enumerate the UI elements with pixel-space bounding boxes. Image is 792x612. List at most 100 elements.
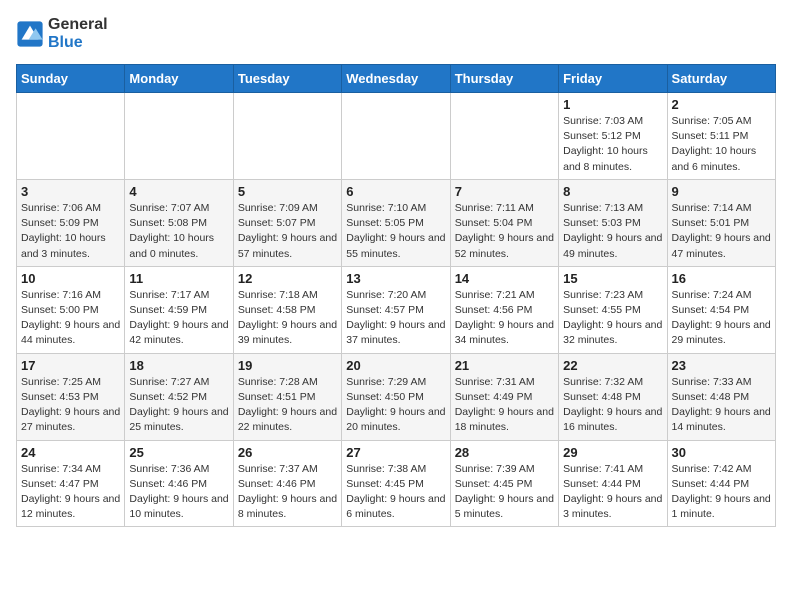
calendar-cell: 19 Sunrise: 7:28 AM Sunset: 4:51 PM Dayli… (233, 353, 341, 440)
day-info: Sunrise: 7:38 AM Sunset: 4:45 PM Dayligh… (346, 462, 445, 523)
day-number: 25 (129, 445, 228, 460)
day-number: 1 (563, 97, 662, 112)
day-info: Sunrise: 7:11 AM Sunset: 5:04 PM Dayligh… (455, 201, 554, 262)
day-info: Sunrise: 7:10 AM Sunset: 5:05 PM Dayligh… (346, 201, 445, 262)
page-header: General Blue (16, 16, 776, 52)
day-info: Sunrise: 7:13 AM Sunset: 5:03 PM Dayligh… (563, 201, 662, 262)
calendar-cell: 10 Sunrise: 7:16 AM Sunset: 5:00 PM Dayli… (17, 266, 125, 353)
day-number: 3 (21, 184, 120, 199)
calendar-week-row: 17 Sunrise: 7:25 AM Sunset: 4:53 PM Dayli… (17, 353, 776, 440)
day-info: Sunrise: 7:28 AM Sunset: 4:51 PM Dayligh… (238, 375, 337, 436)
day-info: Sunrise: 7:36 AM Sunset: 4:46 PM Dayligh… (129, 462, 228, 523)
calendar-cell: 20Sunrise: 7:29 AM Sunset: 4:50 PM Dayli… (342, 353, 450, 440)
day-info: Sunrise: 7:07 AM Sunset: 5:08 PM Dayligh… (129, 201, 228, 262)
calendar-cell: 14Sunrise: 7:21 AM Sunset: 4:56 PM Dayli… (450, 266, 558, 353)
calendar-cell: 8Sunrise: 7:13 AM Sunset: 5:03 PM Daylig… (559, 179, 667, 266)
calendar: SundayMondayTuesdayWednesdayThursdayFrid… (16, 64, 776, 527)
day-info: Sunrise: 7:32 AM Sunset: 4:48 PM Dayligh… (563, 375, 662, 436)
day-number: 30 (672, 445, 771, 460)
weekday-header: Tuesday (233, 65, 341, 93)
day-info: Sunrise: 7:41 AM Sunset: 4:44 PM Dayligh… (563, 462, 662, 523)
day-number: 27 (346, 445, 445, 460)
calendar-cell: 18Sunrise: 7:27 AM Sunset: 4:52 PM Dayli… (125, 353, 233, 440)
calendar-cell (125, 93, 233, 180)
day-info: Sunrise: 7:05 AM Sunset: 5:11 PM Dayligh… (672, 114, 771, 175)
day-info: Sunrise: 7:31 AM Sunset: 4:49 PM Dayligh… (455, 375, 554, 436)
day-number: 16 (672, 271, 771, 286)
day-info: Sunrise: 7:37 AM Sunset: 4:46 PM Dayligh… (238, 462, 337, 523)
weekday-header-row: SundayMondayTuesdayWednesdayThursdayFrid… (17, 65, 776, 93)
calendar-cell (450, 93, 558, 180)
day-number: 7 (455, 184, 554, 199)
calendar-week-row: 1 Sunrise: 7:03 AM Sunset: 5:12 PM Daylig… (17, 93, 776, 180)
day-info: Sunrise: 7:24 AM Sunset: 4:54 PM Dayligh… (672, 288, 771, 349)
day-info: Sunrise: 7:33 AM Sunset: 4:48 PM Dayligh… (672, 375, 771, 436)
calendar-cell: 24 Sunrise: 7:34 AM Sunset: 4:47 PM Dayli… (17, 440, 125, 527)
calendar-cell: 29 Sunrise: 7:41 AM Sunset: 4:44 PM Dayli… (559, 440, 667, 527)
logo-text: General Blue (48, 16, 108, 52)
calendar-cell: 30Sunrise: 7:42 AM Sunset: 4:44 PM Dayli… (667, 440, 775, 527)
calendar-week-row: 24 Sunrise: 7:34 AM Sunset: 4:47 PM Dayli… (17, 440, 776, 527)
weekday-header: Monday (125, 65, 233, 93)
day-number: 29 (563, 445, 662, 460)
calendar-cell: 22 Sunrise: 7:32 AM Sunset: 4:48 PM Dayli… (559, 353, 667, 440)
day-number: 23 (672, 358, 771, 373)
day-number: 18 (129, 358, 228, 373)
calendar-cell: 15 Sunrise: 7:23 AM Sunset: 4:55 PM Dayli… (559, 266, 667, 353)
calendar-cell: 26 Sunrise: 7:37 AM Sunset: 4:46 PM Dayli… (233, 440, 341, 527)
weekday-header: Saturday (667, 65, 775, 93)
day-number: 19 (238, 358, 337, 373)
calendar-cell: 16 Sunrise: 7:24 AM Sunset: 4:54 PM Dayli… (667, 266, 775, 353)
day-info: Sunrise: 7:16 AM Sunset: 5:00 PM Dayligh… (21, 288, 120, 349)
day-info: Sunrise: 7:14 AM Sunset: 5:01 PM Dayligh… (672, 201, 771, 262)
weekday-header: Sunday (17, 65, 125, 93)
calendar-cell: 21 Sunrise: 7:31 AM Sunset: 4:49 PM Dayli… (450, 353, 558, 440)
calendar-cell: 9 Sunrise: 7:14 AM Sunset: 5:01 PM Daylig… (667, 179, 775, 266)
day-number: 5 (238, 184, 337, 199)
day-number: 17 (21, 358, 120, 373)
day-info: Sunrise: 7:23 AM Sunset: 4:55 PM Dayligh… (563, 288, 662, 349)
day-info: Sunrise: 7:18 AM Sunset: 4:58 PM Dayligh… (238, 288, 337, 349)
calendar-cell: 23 Sunrise: 7:33 AM Sunset: 4:48 PM Dayli… (667, 353, 775, 440)
day-info: Sunrise: 7:25 AM Sunset: 4:53 PM Dayligh… (21, 375, 120, 436)
day-number: 26 (238, 445, 337, 460)
day-info: Sunrise: 7:34 AM Sunset: 4:47 PM Dayligh… (21, 462, 120, 523)
calendar-cell (342, 93, 450, 180)
logo-icon (16, 20, 44, 48)
day-info: Sunrise: 7:06 AM Sunset: 5:09 PM Dayligh… (21, 201, 120, 262)
day-number: 28 (455, 445, 554, 460)
weekday-header: Thursday (450, 65, 558, 93)
calendar-cell (17, 93, 125, 180)
weekday-header: Friday (559, 65, 667, 93)
day-info: Sunrise: 7:09 AM Sunset: 5:07 PM Dayligh… (238, 201, 337, 262)
calendar-cell: 2Sunrise: 7:05 AM Sunset: 5:11 PM Daylig… (667, 93, 775, 180)
day-number: 11 (129, 271, 228, 286)
day-number: 13 (346, 271, 445, 286)
calendar-cell: 12 Sunrise: 7:18 AM Sunset: 4:58 PM Dayli… (233, 266, 341, 353)
calendar-week-row: 10 Sunrise: 7:16 AM Sunset: 5:00 PM Dayli… (17, 266, 776, 353)
day-number: 14 (455, 271, 554, 286)
day-number: 15 (563, 271, 662, 286)
calendar-cell: 27 Sunrise: 7:38 AM Sunset: 4:45 PM Dayli… (342, 440, 450, 527)
calendar-week-row: 3 Sunrise: 7:06 AM Sunset: 5:09 PM Daylig… (17, 179, 776, 266)
day-number: 24 (21, 445, 120, 460)
day-number: 21 (455, 358, 554, 373)
day-number: 12 (238, 271, 337, 286)
weekday-header: Wednesday (342, 65, 450, 93)
day-number: 4 (129, 184, 228, 199)
day-number: 22 (563, 358, 662, 373)
day-info: Sunrise: 7:39 AM Sunset: 4:45 PM Dayligh… (455, 462, 554, 523)
calendar-cell: 1 Sunrise: 7:03 AM Sunset: 5:12 PM Daylig… (559, 93, 667, 180)
calendar-cell: 3 Sunrise: 7:06 AM Sunset: 5:09 PM Daylig… (17, 179, 125, 266)
calendar-cell: 25 Sunrise: 7:36 AM Sunset: 4:46 PM Dayli… (125, 440, 233, 527)
logo: General Blue (16, 16, 108, 52)
calendar-cell: 6 Sunrise: 7:10 AM Sunset: 5:05 PM Daylig… (342, 179, 450, 266)
calendar-cell: 28 Sunrise: 7:39 AM Sunset: 4:45 PM Dayli… (450, 440, 558, 527)
day-number: 6 (346, 184, 445, 199)
calendar-cell: 17 Sunrise: 7:25 AM Sunset: 4:53 PM Dayli… (17, 353, 125, 440)
day-number: 9 (672, 184, 771, 199)
calendar-cell: 4 Sunrise: 7:07 AM Sunset: 5:08 PM Daylig… (125, 179, 233, 266)
day-number: 10 (21, 271, 120, 286)
day-info: Sunrise: 7:03 AM Sunset: 5:12 PM Dayligh… (563, 114, 662, 175)
calendar-cell: 7 Sunrise: 7:11 AM Sunset: 5:04 PM Daylig… (450, 179, 558, 266)
